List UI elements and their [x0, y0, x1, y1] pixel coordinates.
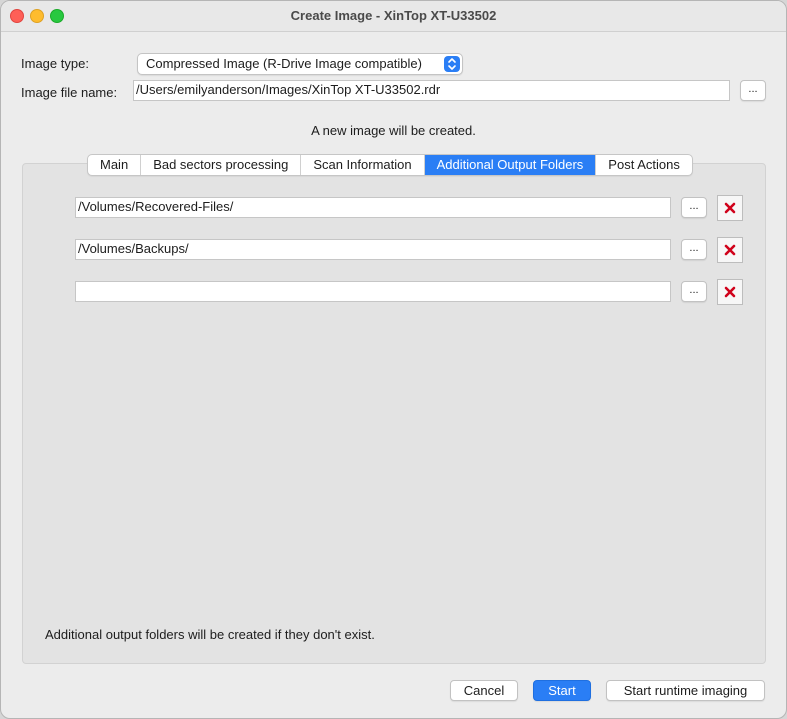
output-folder-browse-button[interactable]: ... [681, 197, 707, 218]
output-folder-browse-button[interactable]: ... [681, 281, 707, 302]
tab-post-actions[interactable]: Post Actions [596, 155, 692, 175]
tab-scan-information[interactable]: Scan Information [301, 155, 425, 175]
remove-x-icon [724, 202, 736, 214]
remove-folder-button[interactable] [717, 279, 743, 305]
remove-x-icon [724, 244, 736, 256]
image-type-value: Compressed Image (R-Drive Image compatib… [146, 56, 422, 71]
folders-hint: Additional output folders will be create… [45, 627, 375, 642]
remove-folder-button[interactable] [717, 195, 743, 221]
image-type-label: Image type: [21, 56, 89, 71]
output-folder-input[interactable]: /Volumes/Recovered-Files/ [75, 197, 671, 218]
start-runtime-imaging-button[interactable]: Start runtime imaging [606, 680, 765, 701]
image-file-name-input[interactable]: /Users/emilyanderson/Images/XinTop XT-U3… [133, 80, 730, 101]
tab-additional-output-folders[interactable]: Additional Output Folders [424, 155, 597, 175]
start-button[interactable]: Start [533, 680, 591, 701]
image-type-select[interactable]: Compressed Image (R-Drive Image compatib… [137, 53, 463, 75]
image-file-name-label: Image file name: [21, 85, 118, 100]
output-folder-browse-button[interactable]: ... [681, 239, 707, 260]
remove-x-icon [724, 286, 736, 298]
tab-bar: Main Bad sectors processing Scan Informa… [87, 154, 693, 176]
image-file-browse-button[interactable]: ... [740, 80, 766, 101]
status-notice: A new image will be created. [311, 123, 476, 138]
output-folder-input[interactable]: /Volumes/Backups/ [75, 239, 671, 260]
cancel-button[interactable]: Cancel [450, 680, 518, 701]
remove-folder-button[interactable] [717, 237, 743, 263]
window-title: Create Image - XinTop XT-U33502 [290, 8, 497, 23]
tab-bad-sectors[interactable]: Bad sectors processing [141, 155, 302, 175]
create-image-dialog: Create Image - XinTop XT-U33502 Image ty… [0, 0, 787, 719]
tab-main[interactable]: Main [88, 155, 142, 175]
title-bar: Create Image - XinTop XT-U33502 [1, 1, 786, 32]
chevron-updown-icon [444, 56, 460, 72]
output-folder-input[interactable] [75, 281, 671, 302]
